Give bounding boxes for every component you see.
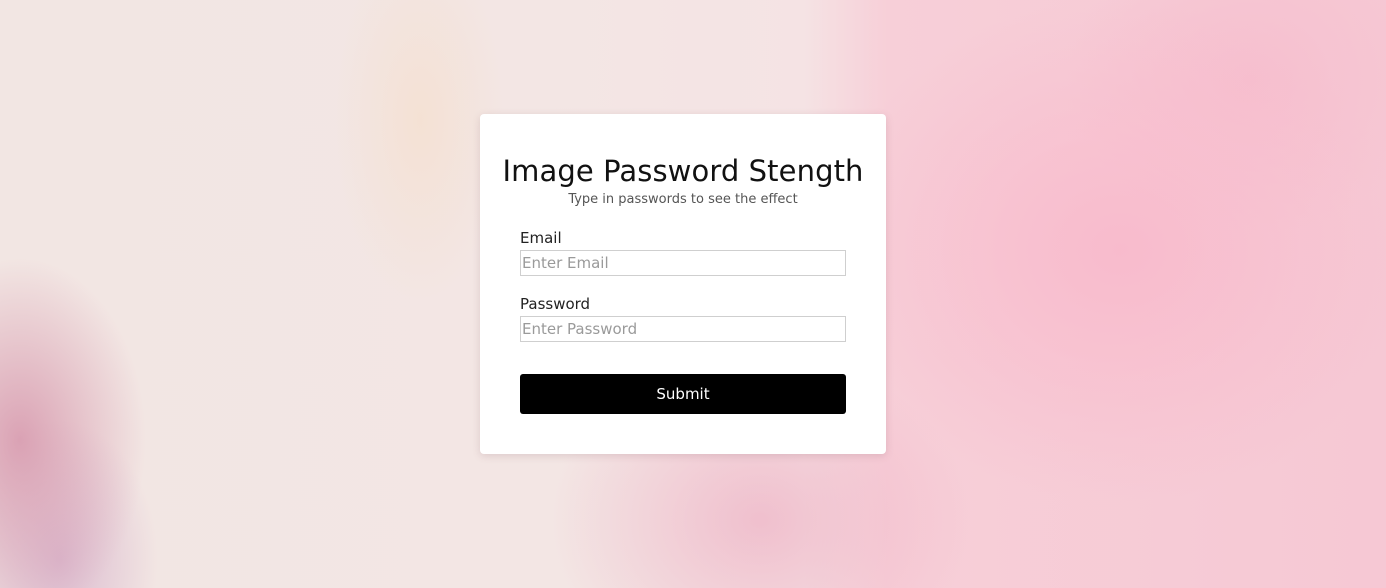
page-title: Image Password Stength xyxy=(502,154,864,188)
password-field[interactable] xyxy=(520,316,846,342)
password-label: Password xyxy=(520,295,591,313)
email-label: Email xyxy=(520,229,562,247)
email-field[interactable] xyxy=(520,250,846,276)
page-subtitle: Type in passwords to see the effect xyxy=(568,192,798,207)
submit-button[interactable]: Submit xyxy=(520,374,846,414)
login-card: Image Password Stength Type in passwords… xyxy=(480,114,886,454)
